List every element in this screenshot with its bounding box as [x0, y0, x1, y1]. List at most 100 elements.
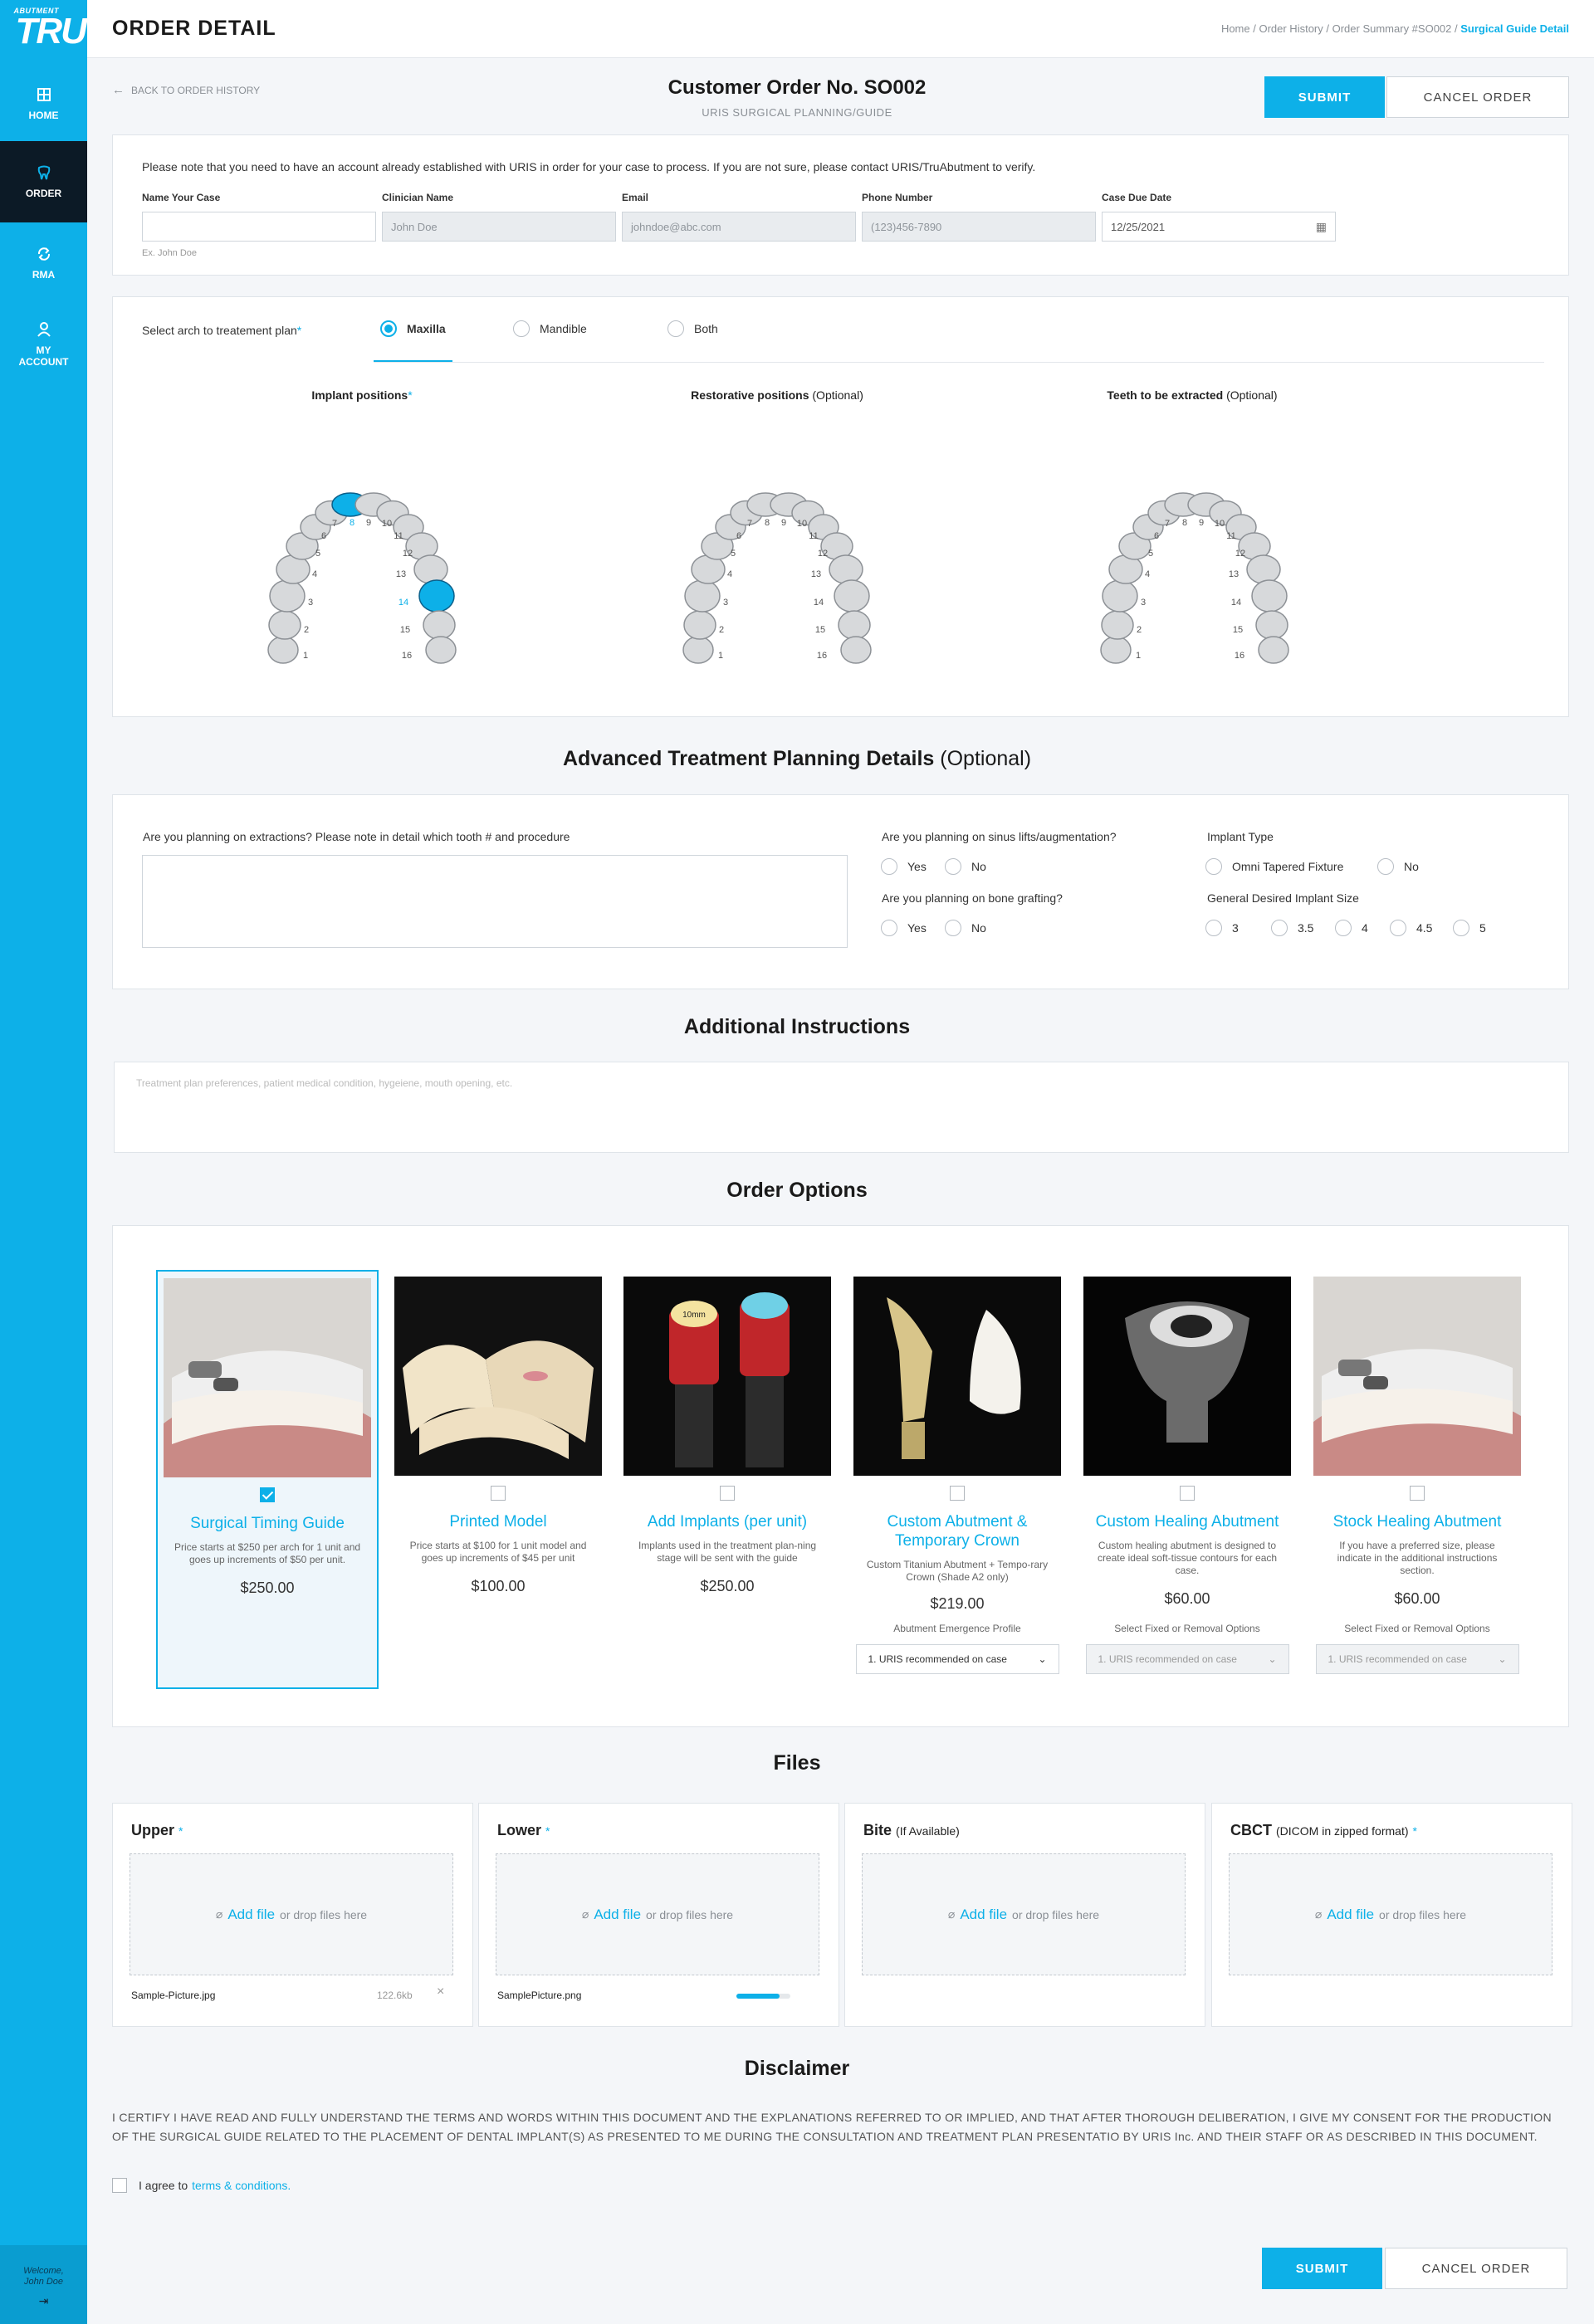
size-3-radio[interactable]: 3 [1205, 920, 1239, 936]
nav-order[interactable]: ORDER [0, 141, 87, 222]
logo[interactable]: ABUTMENT TRU [0, 0, 87, 58]
tooth-3[interactable] [684, 579, 721, 613]
nav-home[interactable]: HOME [0, 66, 87, 141]
logout-icon[interactable]: ⇥ [0, 2295, 87, 2307]
calendar-icon[interactable]: ▦ [1316, 220, 1327, 234]
option-card-custom-abutment[interactable]: Custom Abutment & Temporary Crown Custom… [846, 1270, 1068, 1689]
lower-dropzone[interactable]: ⌀ Add file or drop files here [496, 1853, 819, 1975]
due-date-input[interactable]: 12/25/2021 ▦ [1102, 212, 1336, 242]
add-implants-checkbox[interactable] [720, 1486, 735, 1501]
submit-button-bottom[interactable]: SUBMIT [1262, 2248, 1382, 2289]
tooth-3[interactable] [269, 579, 306, 613]
case-name-input[interactable] [142, 212, 376, 242]
custom-healing-checkbox[interactable] [1180, 1486, 1195, 1501]
sinus-no-radio[interactable]: No [945, 858, 986, 875]
cbct-title-text: CBCT [1230, 1822, 1272, 1838]
disclaimer-text: I CERTIFY I HAVE READ AND FULLY UNDERSTA… [112, 2111, 1552, 2143]
sinus-yes-radio[interactable]: Yes [881, 858, 927, 875]
arch-maxilla-radio[interactable]: Maxilla [380, 320, 446, 337]
nav-rma[interactable]: RMA [0, 222, 87, 304]
advanced-card: Are you planning on extractions? Please … [112, 794, 1569, 989]
tooth-14[interactable] [1251, 579, 1288, 613]
tooth-2[interactable] [1101, 610, 1134, 640]
tooth-15[interactable] [838, 610, 871, 640]
bite-title: Bite (If Available) [863, 1822, 960, 1839]
radio-dot-icon [881, 920, 897, 936]
tooth-15[interactable] [1255, 610, 1288, 640]
option-card-surgical-guide[interactable]: Surgical Timing Guide Price starts at $2… [156, 1270, 379, 1689]
cancel-order-button-bottom[interactable]: CANCEL ORDER [1385, 2248, 1567, 2289]
breadcrumb-order-summary[interactable]: Order Summary #SO002 [1332, 22, 1452, 35]
terms-link[interactable]: terms & conditions. [192, 2179, 291, 2192]
tooth-14[interactable] [834, 579, 870, 613]
tooth-3[interactable] [1102, 579, 1138, 613]
breadcrumb-home[interactable]: Home [1221, 22, 1250, 35]
option-card-add-implants[interactable]: 10mm Add Implants (per unit) Implants us… [616, 1270, 839, 1689]
tooth-13[interactable] [829, 554, 863, 584]
tooth-number-5: 5 [731, 549, 736, 559]
size-4-5-radio[interactable]: 4.5 [1390, 920, 1432, 936]
tooth-1[interactable] [1100, 636, 1132, 664]
tooth-number-6: 6 [736, 531, 741, 541]
tooth-16[interactable] [425, 636, 457, 664]
submit-button-top[interactable]: SUBMIT [1264, 76, 1385, 118]
upper-dropzone[interactable]: ⌀ Add file or drop files here [130, 1853, 453, 1975]
user-icon [37, 322, 51, 337]
arrow-left-icon: ← [112, 83, 125, 97]
tooth-15[interactable] [423, 610, 456, 640]
custom-abutment-checkbox[interactable] [950, 1486, 965, 1501]
close-icon[interactable]: × [437, 1985, 444, 1999]
tooth-2[interactable] [683, 610, 716, 640]
tooth-14[interactable] [418, 579, 455, 613]
phone-label: Phone Number [862, 192, 933, 203]
tooth-13[interactable] [1246, 554, 1281, 584]
custom-abutment-desc: Custom Titanium Abutment + Tempo-rary Cr… [866, 1559, 1049, 1583]
arch-mandible-radio[interactable]: Mandible [513, 320, 587, 337]
nav-my-account[interactable]: MY ACCOUNT [0, 304, 87, 385]
size-4-radio[interactable]: 4 [1335, 920, 1368, 936]
size-5-radio[interactable]: 5 [1453, 920, 1486, 936]
bone-no-radio[interactable]: No [945, 920, 986, 936]
implant-type-no-radio[interactable]: No [1377, 858, 1419, 875]
extraction-arch-chart[interactable]: 1234567 8 9 10111213141516 [1095, 422, 1294, 671]
tooth-16[interactable] [1258, 636, 1289, 664]
back-to-order-history-link[interactable]: ← BACK TO ORDER HISTORY [112, 83, 260, 97]
printed-model-name: Printed Model [449, 1513, 547, 1531]
cbct-dropzone[interactable]: ⌀ Add file or drop files here [1229, 1853, 1552, 1975]
option-card-stock-healing[interactable]: Stock Healing Abutment If you have a pre… [1306, 1270, 1528, 1689]
implant-type-omni-radio[interactable]: Omni Tapered Fixture [1205, 858, 1343, 875]
printed-model-checkbox[interactable] [491, 1486, 506, 1501]
surgical-guide-checkbox[interactable] [260, 1487, 275, 1502]
arch-both-radio[interactable]: Both [667, 320, 718, 337]
custom-abutment-name: Custom Abutment & Temporary Crown [887, 1513, 1028, 1550]
tooth-16[interactable] [840, 636, 872, 664]
tooth-number-12: 12 [403, 549, 413, 559]
extraction-textarea[interactable] [142, 855, 848, 948]
upper-add-file-link[interactable]: Add file [227, 1907, 275, 1923]
implant-arch-chart[interactable]: 1234567 8 9 10111213141516 [262, 422, 462, 671]
tooth-1[interactable] [267, 636, 299, 664]
surgical-guide-price: $250.00 [240, 1579, 295, 1596]
size-3-5-radio[interactable]: 3.5 [1271, 920, 1313, 936]
option-card-printed-model[interactable]: Printed Model Price starts at $100 for 1… [387, 1270, 609, 1689]
lower-add-file-link[interactable]: Add file [594, 1907, 641, 1923]
bite-dropzone[interactable]: ⌀ Add file or drop files here [862, 1853, 1186, 1975]
option-card-custom-healing[interactable]: Custom Healing Abutment Custom healing a… [1076, 1270, 1298, 1689]
custom-abutment-image [853, 1277, 1061, 1476]
bone-yes-radio[interactable]: Yes [881, 920, 927, 936]
radio-dot-icon [945, 858, 961, 875]
nav-order-label: ORDER [25, 188, 62, 199]
tooth-13[interactable] [413, 554, 448, 584]
tooth-number-7: 7 [332, 519, 337, 529]
cbct-add-file-link[interactable]: Add file [1327, 1907, 1374, 1923]
tooth-2[interactable] [268, 610, 301, 640]
restorative-arch-chart[interactable]: 1234567 8 9 10111213141516 [677, 422, 877, 671]
abutment-emergence-select[interactable]: 1. URIS recommended on case ⌄ [855, 1644, 1059, 1674]
breadcrumb-order-history[interactable]: Order History [1259, 22, 1323, 35]
stock-healing-checkbox[interactable] [1410, 1486, 1425, 1501]
bite-add-file-link[interactable]: Add file [960, 1907, 1007, 1923]
cancel-order-button-top[interactable]: CANCEL ORDER [1386, 76, 1569, 118]
agree-checkbox[interactable] [112, 2178, 127, 2193]
additional-instructions-input[interactable]: Treatment plan preferences, patient medi… [114, 1062, 1569, 1153]
tooth-1[interactable] [682, 636, 714, 664]
